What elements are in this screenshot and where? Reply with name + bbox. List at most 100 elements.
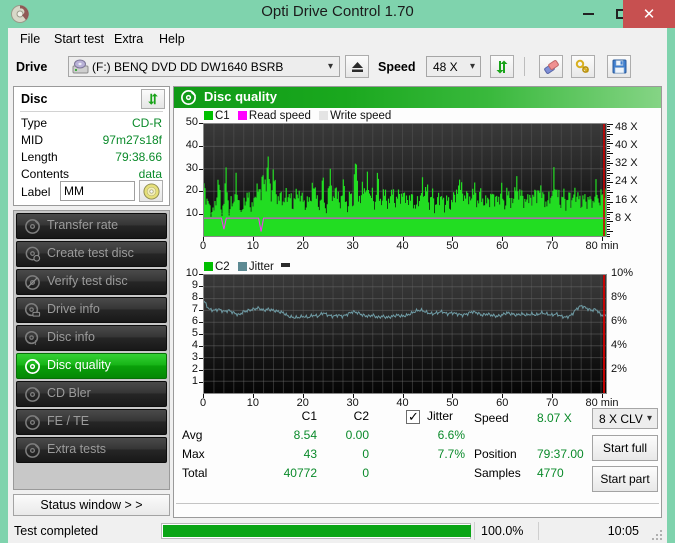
disc-info-icon: i xyxy=(24,330,39,347)
y2-ruler-tick xyxy=(607,184,610,186)
sidebar-item-drive-info[interactable]: Drive info xyxy=(16,297,167,323)
y-tick-label: 3 xyxy=(191,351,198,363)
sidebar-item-extra-tests[interactable]: Extra tests xyxy=(16,437,167,463)
menu-help[interactable]: Help xyxy=(155,31,189,47)
nav-list: Transfer rate Create test disc Verify te… xyxy=(13,210,170,490)
x-tick-label: 0 xyxy=(199,240,207,252)
y2-ruler-tick xyxy=(607,192,613,194)
y-tick xyxy=(199,298,203,299)
progress-bar xyxy=(161,523,471,539)
y2-ruler-tick xyxy=(607,153,613,155)
y2-ruler-tick xyxy=(607,124,613,125)
start-full-button[interactable]: Start full xyxy=(592,435,658,461)
y2-ruler-tick xyxy=(607,136,610,138)
resize-grip[interactable] xyxy=(652,530,663,541)
disc-refresh-button[interactable] xyxy=(141,89,165,109)
y2-ruler-tick xyxy=(607,187,610,189)
y2-ruler-tick xyxy=(607,182,613,184)
stats-header-jitter: Jitter xyxy=(427,409,454,423)
stats-header-c1: C1 xyxy=(301,409,317,423)
floppy-save-icon xyxy=(608,56,630,77)
menu-file[interactable]: File xyxy=(16,31,44,47)
sidebar-item-disc-quality[interactable]: Disc quality xyxy=(16,353,167,379)
main-panel: Disc quality C1 Read speed Write speed 1… xyxy=(173,86,662,518)
y2-ruler-tick xyxy=(607,172,613,174)
divider xyxy=(176,503,659,504)
x-tick xyxy=(452,394,454,398)
status-window-button[interactable]: Status window > > xyxy=(13,494,170,516)
y2-tick-label: 8% xyxy=(611,291,627,303)
drive-label: Drive xyxy=(16,60,48,74)
disc-value: CD-R xyxy=(132,116,162,130)
y2-ruler-tick xyxy=(607,177,610,179)
speed-select[interactable]: 48 X ▾ xyxy=(426,56,481,77)
check-icon: ✓ xyxy=(408,409,419,424)
disc-icon xyxy=(25,415,40,430)
y2-ruler-tick xyxy=(607,204,610,206)
x-tick-label: 60 xyxy=(496,240,509,252)
refresh-button[interactable] xyxy=(490,55,514,78)
y2-ruler-tick xyxy=(607,197,610,199)
disc-label-input[interactable] xyxy=(60,181,135,201)
disc-quality-header: Disc quality xyxy=(174,87,661,108)
minimize-button[interactable] xyxy=(570,0,607,28)
disc-check-icon xyxy=(25,275,40,290)
jitter-checkbox[interactable]: ✓ xyxy=(406,409,420,424)
menu-extra[interactable]: Extra xyxy=(110,31,147,47)
y-tick xyxy=(199,358,203,359)
sidebar-item-disc-info[interactable]: i Disc info xyxy=(16,325,167,351)
title-bar[interactable]: Opti Drive Control 1.70 ✕ xyxy=(0,0,675,28)
sidebar-item-transfer-rate[interactable]: Transfer rate xyxy=(16,213,167,239)
legend-swatch-read-speed xyxy=(237,111,247,120)
cd-disc-icon xyxy=(140,181,162,201)
x-tick xyxy=(552,237,554,241)
y-tick xyxy=(199,346,203,347)
erase-button[interactable] xyxy=(539,55,563,78)
y-tick xyxy=(199,286,203,287)
disc-label-label: Label xyxy=(21,185,51,199)
drive-select[interactable]: (F:) BENQ DVD DD DW1640 BSRB ▾ xyxy=(68,56,340,77)
panel-title: Disc quality xyxy=(204,89,277,104)
chevron-down-icon: ▾ xyxy=(327,61,333,72)
x-tick xyxy=(452,237,454,241)
close-button[interactable]: ✕ xyxy=(623,0,675,28)
stats-samples-value: 4770 xyxy=(537,466,564,480)
eject-icon xyxy=(346,56,368,77)
y2-ruler-tick xyxy=(607,214,610,216)
x-tick-label: 10 xyxy=(246,240,259,252)
legend-label-c2: C2 xyxy=(215,261,230,273)
c2-chart-legend: C2 Jitter xyxy=(204,261,292,273)
sidebar-item-label: Drive info xyxy=(47,302,100,316)
start-part-button[interactable]: Start part xyxy=(592,466,658,492)
sidebar-item-cd-bler[interactable]: CD Bler xyxy=(16,381,167,407)
legend-swatch-write-speed xyxy=(319,111,329,120)
sidebar-item-label: Create test disc xyxy=(47,246,134,260)
y-tick-label: 2 xyxy=(191,363,198,375)
legend-label-jitter: Jitter xyxy=(248,261,274,273)
disc-row-mid: MID 97m27s18f xyxy=(14,133,169,148)
left-sidebar: Disc Type CD-R MID 97m27s18f Length 79:3… xyxy=(13,86,170,518)
sidebar-item-create-test-disc[interactable]: Create test disc xyxy=(16,241,167,267)
y2-ruler-tick xyxy=(607,236,610,237)
disc-label-button[interactable] xyxy=(139,180,163,202)
save-button[interactable] xyxy=(607,55,631,78)
y-tick-label: 1 xyxy=(191,375,198,387)
menu-start-test[interactable]: Start test xyxy=(50,31,108,47)
y-tick-label: 20 xyxy=(185,184,198,197)
sidebar-item-verify-test-disc[interactable]: Verify test disc xyxy=(16,269,167,295)
elapsed-time: 10:05 xyxy=(607,524,639,538)
minimize-icon xyxy=(570,0,607,28)
eject-button[interactable] xyxy=(345,55,369,78)
legend-swatch-c1 xyxy=(204,111,213,120)
sidebar-item-fe-te[interactable]: FE / TE xyxy=(16,409,167,435)
keys-button[interactable] xyxy=(571,55,595,78)
status-text: Test completed xyxy=(14,524,99,538)
stats-samples-label: Samples xyxy=(474,466,521,480)
x-tick xyxy=(602,394,603,398)
clv-speed-select[interactable]: 8 X CLV ▾ xyxy=(592,408,658,429)
y2-ruler-tick xyxy=(607,160,610,162)
c2-plot-area xyxy=(203,274,607,394)
keys-icon xyxy=(572,56,594,77)
y2-ruler-tick xyxy=(607,165,610,167)
y-tick xyxy=(199,382,203,383)
